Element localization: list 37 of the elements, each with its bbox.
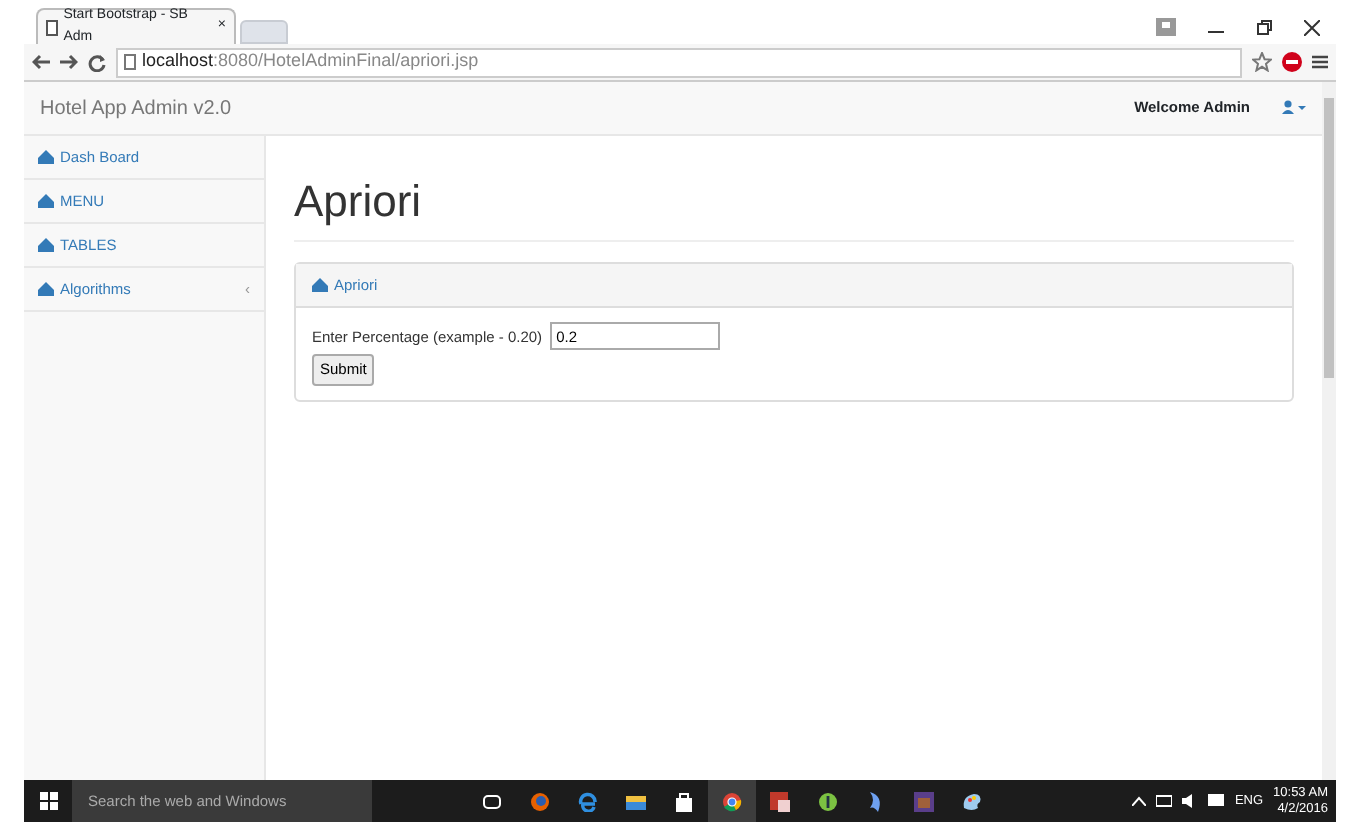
forward-icon[interactable]	[60, 54, 78, 70]
page-icon	[46, 19, 58, 35]
back-icon[interactable]	[32, 54, 50, 70]
star-icon[interactable]	[1252, 52, 1272, 72]
adblock-icon[interactable]	[1282, 52, 1302, 72]
chevron-up-icon[interactable]	[1132, 796, 1147, 806]
dashboard-icon	[38, 194, 54, 208]
app-icon	[770, 791, 790, 811]
user-icon	[1282, 100, 1306, 115]
message-icon[interactable]	[1208, 794, 1225, 808]
palette-icon	[962, 791, 982, 811]
dashboard-icon	[38, 282, 54, 296]
chrome-icon	[722, 791, 742, 811]
shopping-bag-icon	[674, 791, 694, 811]
page-title: Apriori	[294, 176, 1294, 243]
page-icon	[124, 54, 136, 70]
close-icon[interactable]	[1304, 19, 1320, 35]
task-view-icon	[482, 791, 502, 811]
address-bar[interactable]: localhost:8080/HotelAdminFinal/apriori.jsp	[116, 47, 1242, 77]
menu-icon[interactable]	[1312, 54, 1328, 70]
reload-icon[interactable]	[88, 53, 106, 71]
globe-icon	[530, 791, 550, 811]
profile-icon[interactable]	[1156, 18, 1176, 36]
network-icon[interactable]	[1156, 794, 1173, 808]
folder-icon	[626, 791, 646, 811]
scrollbar-thumb[interactable]	[1324, 98, 1334, 378]
app-icon	[914, 791, 934, 811]
e-letter-icon	[578, 791, 598, 811]
scrollbar[interactable]	[1322, 82, 1336, 780]
brand-title[interactable]: Hotel App Admin v2.0	[40, 93, 232, 123]
app-icon	[818, 791, 838, 811]
dashboard-icon	[38, 238, 54, 252]
dashboard-icon	[312, 278, 328, 293]
windows-icon	[39, 792, 57, 810]
dashboard-icon	[38, 150, 54, 164]
taskbar-app[interactable]	[708, 780, 756, 822]
restore-icon[interactable]	[1256, 19, 1272, 35]
